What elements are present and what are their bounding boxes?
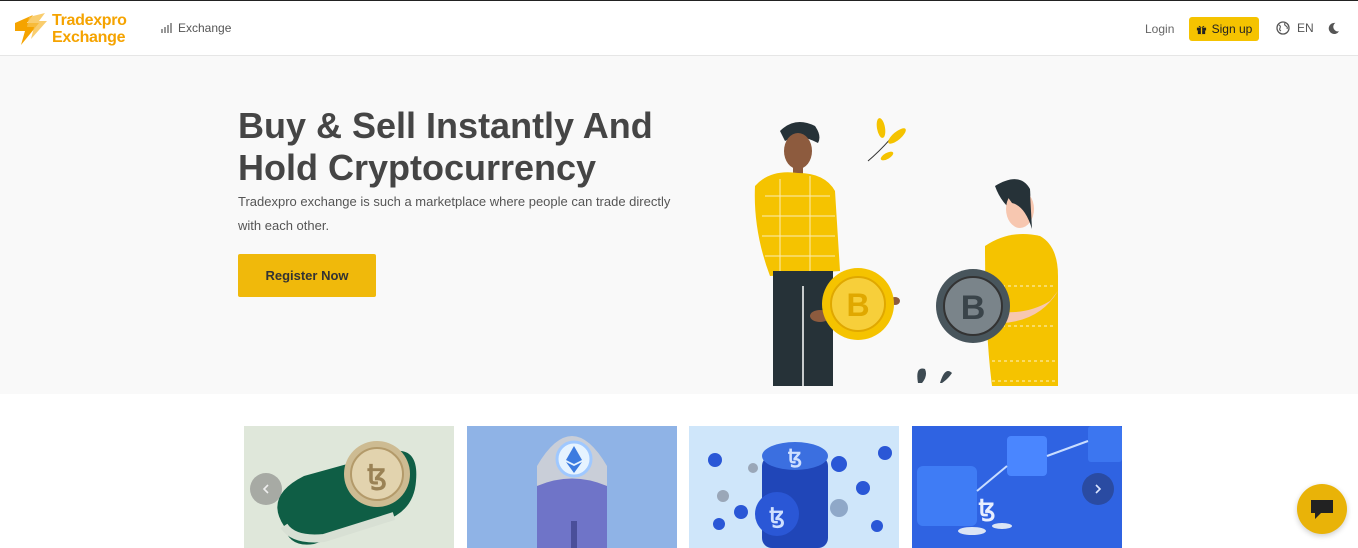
bitcoin-gold-coin: B [822,268,894,340]
language-label: EN [1297,21,1314,35]
svg-text:ꜩ: ꜩ [788,446,802,468]
login-link[interactable]: Login [1145,22,1174,36]
man-figure [754,122,900,386]
tezos-coin-stack-banner: ꜩ ꜩ [689,426,899,548]
hero-section: Buy & Sell Instantly And Hold Cryptocurr… [0,56,1358,394]
globe-icon [1276,21,1290,35]
language-selector[interactable]: EN [1276,21,1314,35]
chat-widget-button[interactable] [1297,484,1347,534]
carousel-card[interactable]: ꜩ ꜩ [689,426,899,548]
logo-text-line1: Tradexpro [52,12,127,29]
svg-text:B: B [846,287,869,323]
bolt-logo-icon [15,13,47,45]
gift-icon [1196,25,1206,34]
signup-button[interactable]: Sign up [1189,17,1259,41]
chat-bubble-icon [1311,500,1333,519]
svg-text:ꜩ: ꜩ [769,503,785,529]
leaf-decoration [867,118,906,162]
bar-chart-icon [161,23,172,33]
svg-text:ꜩ: ꜩ [367,460,387,491]
moon-icon[interactable] [1327,22,1340,35]
nav-exchange-label: Exchange [178,21,232,35]
svg-text:B: B [961,289,986,327]
brand-logo[interactable]: Tradexpro Exchange [11,9,141,49]
bitcoin-grey-coin: B [936,269,1010,343]
signup-label: Sign up [1211,22,1253,36]
chevron-left-icon [262,484,269,494]
nav-exchange-link[interactable]: Exchange [161,21,231,35]
chevron-right-icon [1095,484,1102,494]
hero-description: Tradexpro exchange is such a marketplace… [238,194,671,233]
carousel-prev-button[interactable] [250,473,282,505]
svg-text:ꜩ: ꜩ [978,496,995,522]
ethereum-rocket-banner [467,426,677,548]
crypto-trade-illustration: B B [754,118,1058,386]
carousel-card[interactable] [467,426,677,548]
register-now-button[interactable]: Register Now [238,254,376,297]
carousel-next-button[interactable] [1082,473,1114,505]
top-navbar: Tradexpro Exchange Exchange Login Sign u… [0,0,1358,56]
logo-text-line2: Exchange [52,29,126,46]
hero-title: Buy & Sell Instantly And Hold Cryptocurr… [238,105,653,188]
